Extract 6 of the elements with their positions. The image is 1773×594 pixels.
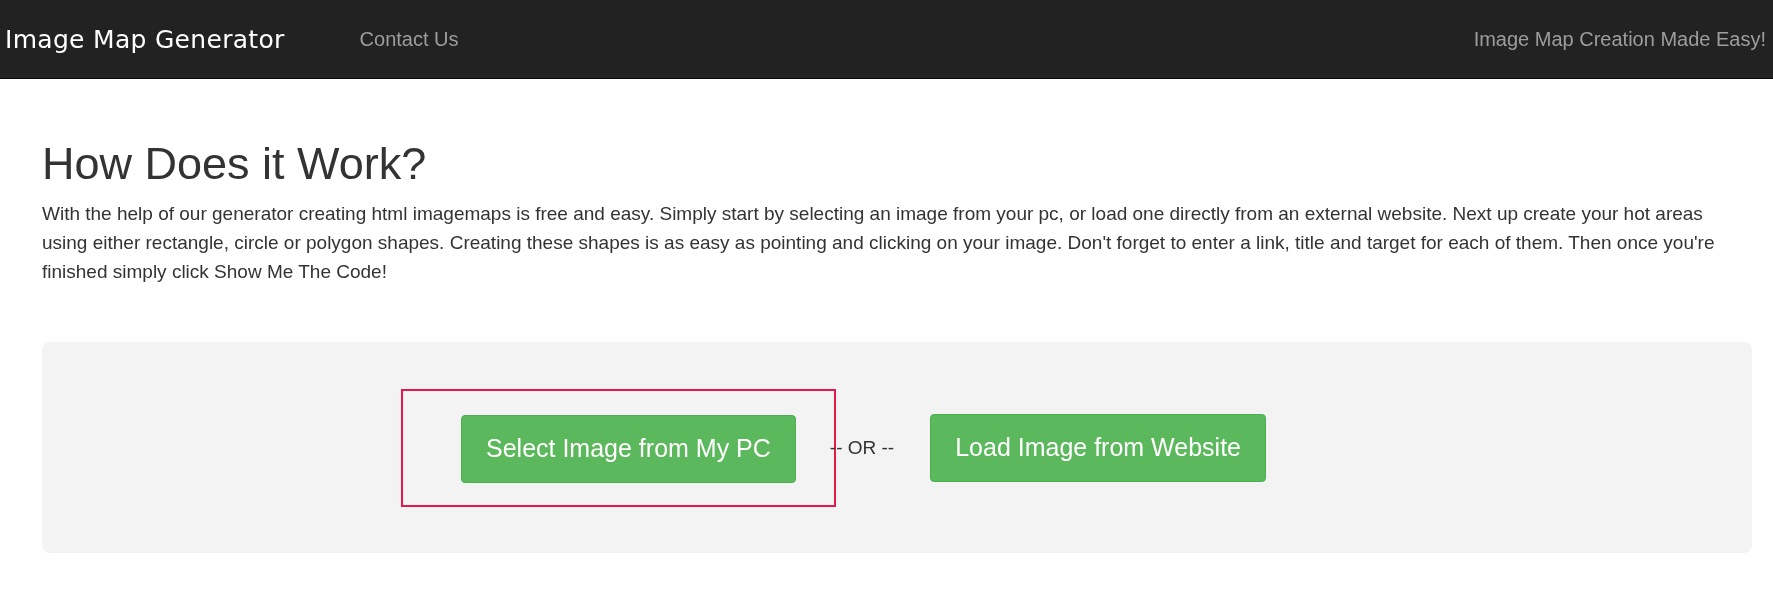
or-separator: -- OR -- [829, 436, 895, 459]
nav-link[interactable]: Contact Us [359, 27, 459, 51]
intro-paragraph: With the help of our generator creating html imagemaps is free and easy. Simply start by selecting an image from your pc, or load one directly from an external website. Next up create your hot areas using either rectangle, circle or polygon shapes. Creating these shapes is as easy as pointing and clicking on your image. Don't forget to enter a link, title and target for each of them. Then once you're finished simply click Show Me The Code! [42, 202, 1716, 284]
tagline: Image Map Creation Made Easy! [1473, 27, 1766, 51]
brand-title[interactable]: Image Map Generator [5, 24, 285, 54]
page-heading: How Does it Work? [42, 137, 428, 191]
